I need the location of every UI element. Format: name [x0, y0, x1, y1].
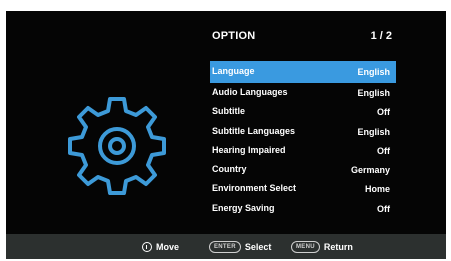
move-label: Move: [156, 242, 180, 252]
dpad-icon: [142, 242, 152, 252]
menu-item-label: Audio Languages: [212, 87, 288, 97]
page-indicator: 1 / 2: [370, 30, 392, 42]
menu-item-label: Subtitle Languages: [212, 125, 296, 136]
menu-item-value: Germany: [350, 165, 390, 176]
option-list: Language English Audio Languages English…: [210, 61, 396, 218]
menu-item-value: Home: [364, 184, 390, 195]
hint-bar: Move ENTER Select MENU Return: [6, 234, 446, 259]
menu-item-value: Off: [377, 203, 390, 214]
menu-item-value: Off: [377, 107, 390, 118]
menu-item-label: Country: [212, 164, 247, 175]
menu-item-subtitle[interactable]: Subtitle Off: [210, 102, 396, 121]
menu-item-hearing-impaired[interactable]: Hearing Impaired Off: [210, 141, 396, 160]
return-hint: MENU Return: [291, 240, 353, 254]
menu-item-label: Subtitle: [212, 106, 245, 117]
tv-screen: OPTION 1 / 2 Language English Audio Lang…: [6, 11, 446, 259]
enter-key-icon: ENTER: [209, 241, 241, 253]
menu-item-label: Energy Saving: [212, 202, 275, 213]
move-hint: Move: [142, 240, 179, 254]
menu-item-audio-languages[interactable]: Audio Languages English: [210, 83, 396, 102]
menu-item-value: English: [357, 126, 390, 137]
menu-title: OPTION: [212, 30, 256, 42]
menu-item-country[interactable]: Country Germany: [210, 160, 396, 179]
select-hint: ENTER Select: [209, 240, 271, 254]
menu-item-subtitle-languages[interactable]: Subtitle Languages English: [210, 122, 396, 141]
menu-item-label: Environment Select: [212, 183, 297, 194]
menu-item-value: English: [357, 88, 390, 98]
menu-item-environment-select[interactable]: Environment Select Home: [210, 179, 396, 198]
menu-item-label: Language: [212, 66, 255, 76]
menu-key-icon: MENU: [291, 241, 320, 253]
menu-item-energy-saving[interactable]: Energy Saving Off: [210, 199, 396, 218]
menu-item-value: Off: [377, 145, 390, 156]
menu-item-value: English: [357, 67, 390, 77]
gear-icon: [62, 91, 172, 201]
return-label: Return: [323, 242, 353, 252]
select-label: Select: [244, 242, 272, 252]
menu-item-language[interactable]: Language English: [210, 61, 396, 83]
menu-item-label: Hearing Impaired: [212, 144, 286, 155]
menu-header: OPTION 1 / 2: [210, 29, 396, 49]
